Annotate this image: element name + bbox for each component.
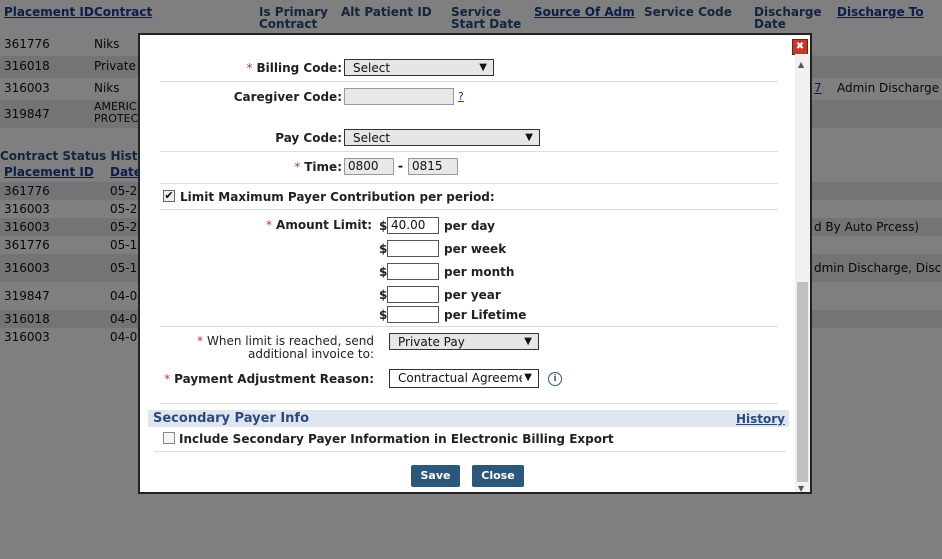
divider	[160, 209, 778, 210]
secondary-payer-checkbox[interactable]	[163, 432, 175, 444]
limit-reached-label: * When limit is reached, send additional i…	[197, 334, 374, 361]
divider	[160, 183, 778, 184]
secondary-payer-checkbox-label: Include Secondary Payer Information in E…	[179, 432, 614, 446]
amount-limit-label: * Amount Limit:	[266, 218, 372, 232]
billing-code-label: * Billing Code:	[246, 61, 343, 75]
time-separator: -	[398, 159, 403, 173]
divider	[160, 151, 778, 152]
divider	[160, 403, 778, 404]
divider	[160, 326, 778, 327]
amount-per-month-input[interactable]	[387, 263, 439, 280]
dropdown-arrow-icon: ▼	[479, 62, 487, 73]
per-year-label: per year	[444, 288, 501, 302]
close-icon[interactable]: ✖	[792, 39, 808, 55]
limit-reached-select[interactable]: Private Pay ▼	[389, 333, 539, 350]
save-button[interactable]: Save	[411, 465, 460, 487]
history-link[interactable]: History	[736, 412, 785, 426]
limit-checkbox[interactable]: ✔	[163, 190, 175, 202]
caregiver-help-link[interactable]: ?	[458, 90, 464, 103]
info-icon[interactable]: i	[548, 372, 562, 386]
per-lifetime-label: per Lifetime	[444, 308, 527, 322]
limit-checkbox-label: Limit Maximum Payer Contribution per per…	[180, 190, 495, 204]
adjustment-reason-label: * Payment Adjustment Reason:	[164, 372, 374, 386]
billing-code-select[interactable]: Select ▼	[344, 59, 494, 76]
per-day-label: per day	[444, 219, 495, 233]
scroll-up-icon[interactable]: ▲	[798, 60, 804, 69]
contract-billing-modal: ✖ * Billing Code: Select ▼ Caregiver Code:…	[138, 33, 812, 494]
per-month-label: per month	[444, 265, 515, 279]
amount-per-year-input[interactable]	[387, 286, 439, 303]
time-start-input[interactable]: 0800	[344, 158, 394, 175]
dropdown-arrow-icon: ▼	[522, 370, 532, 386]
caregiver-code-input[interactable]	[344, 88, 454, 105]
time-label: * Time:	[294, 160, 342, 174]
pay-code-select[interactable]: Select ▼	[344, 129, 540, 146]
caregiver-code-label: Caregiver Code:	[233, 90, 342, 104]
scroll-thumb[interactable]	[797, 282, 808, 482]
scroll-down-icon[interactable]: ▼	[798, 484, 804, 492]
secondary-payer-title: Secondary Payer Info	[153, 411, 310, 426]
pay-code-label: Pay Code:	[275, 131, 342, 145]
amount-per-day-input[interactable]: 40.00	[387, 217, 439, 234]
per-week-label: per week	[444, 242, 507, 256]
close-button[interactable]: Close	[472, 465, 524, 487]
dropdown-arrow-icon: ▼	[524, 336, 532, 347]
divider	[154, 451, 786, 452]
amount-per-lifetime-input[interactable]	[387, 306, 439, 323]
divider	[160, 81, 778, 82]
adjustment-reason-select[interactable]: Contractual Agreemer ▼	[389, 369, 539, 388]
dropdown-arrow-icon: ▼	[525, 132, 533, 143]
modal-scrollbar[interactable]: ▲ ▼	[795, 54, 810, 492]
amount-per-week-input[interactable]	[387, 240, 439, 257]
secondary-payer-header: Secondary Payer Info History	[148, 410, 789, 427]
time-end-input[interactable]: 0815	[408, 158, 458, 175]
